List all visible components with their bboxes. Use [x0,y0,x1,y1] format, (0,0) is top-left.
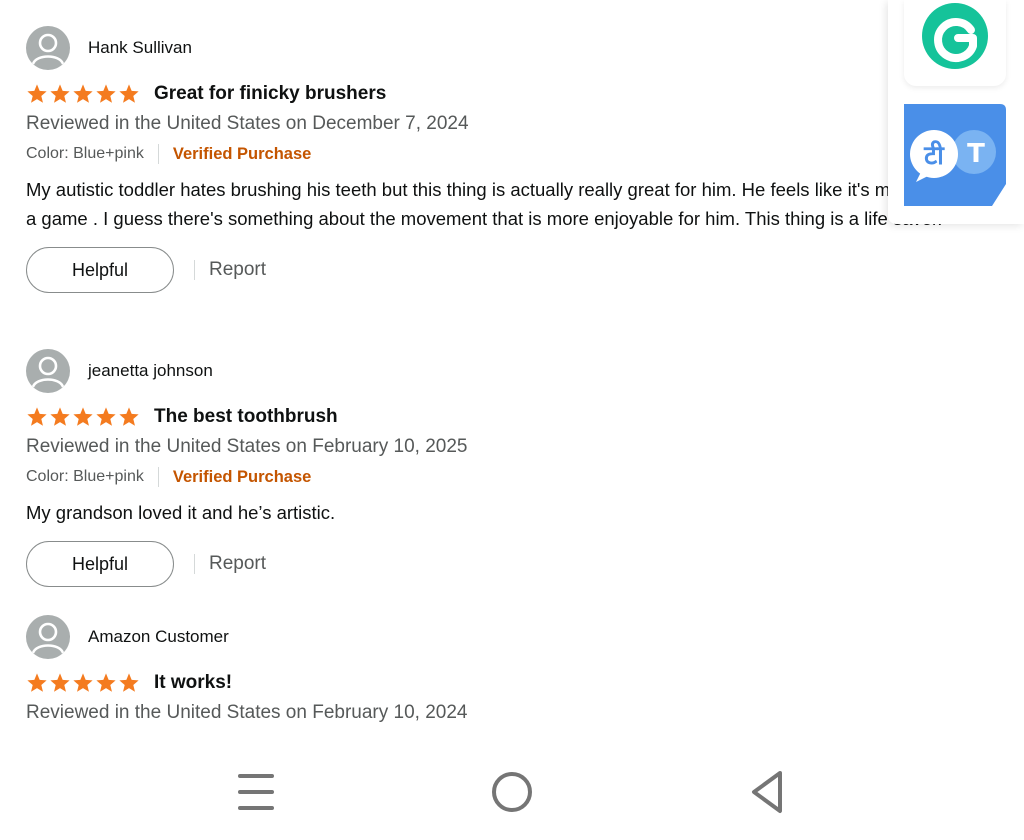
color-variant[interactable]: Color: Blue+pink [26,468,144,486]
review-card: jeanetta johnson The best toothbrush Rev… [26,349,926,587]
avatar [26,349,70,393]
back-button[interactable] [736,762,796,822]
reviewer-name[interactable]: Hank Sullivan [88,38,192,58]
color-variant[interactable]: Color: Blue+pink [26,145,144,163]
report-link[interactable]: Report [209,553,266,575]
star-icon [96,84,116,103]
svg-text:टी: टी [923,140,945,171]
review-card: Amazon Customer It works! Reviewed in th… [26,615,926,726]
star-icon [27,84,47,103]
star-icon [119,673,139,692]
review-title[interactable]: The best toothbrush [154,406,338,428]
home-circle-icon [492,772,532,812]
person-icon [31,622,65,654]
verified-purchase-badge: Verified Purchase [172,467,312,486]
translate-button[interactable]: टी T [904,104,1006,206]
star-rating[interactable] [26,406,140,428]
person-icon [31,33,65,65]
star-icon [50,84,70,103]
recents-button[interactable] [226,762,286,822]
svg-text:T: T [967,139,985,169]
helpful-button[interactable]: Helpful [26,247,174,293]
review-title[interactable]: It works! [154,672,232,694]
report-link[interactable]: Report [209,259,266,281]
divider [157,467,159,487]
system-navigation-bar [0,740,1024,840]
review-date: Reviewed in the United States on Februar… [26,702,468,723]
review-body: My grandson loved it and he’s artistic. [26,502,336,523]
reviewer-profile[interactable]: jeanetta johnson [26,349,926,393]
translate-icon: टी T [904,104,1006,206]
star-rating[interactable] [26,83,140,105]
person-icon [31,356,65,388]
star-icon [50,407,70,426]
star-icon [73,407,93,426]
home-button[interactable] [482,762,542,822]
star-icon [50,673,70,692]
divider [194,260,195,280]
star-icon [119,407,139,426]
verified-purchase-badge: Verified Purchase [172,144,312,163]
star-icon [73,673,93,692]
avatar [26,26,70,70]
review-date: Reviewed in the United States on Decembe… [26,113,469,134]
reviewer-name[interactable]: Amazon Customer [88,627,229,647]
menu-icon [238,774,274,810]
star-icon [96,673,116,692]
avatar [26,615,70,659]
review-card: Hank Sullivan Great for finicky brushers… [26,26,942,293]
reviewer-profile[interactable]: Hank Sullivan [26,26,926,70]
divider [194,554,195,574]
grammarly-button[interactable] [904,0,1006,86]
star-icon [96,407,116,426]
star-icon [73,84,93,103]
back-triangle-icon [752,771,782,813]
star-icon [27,407,47,426]
review-body: My autistic toddler hates brushing his t… [26,179,943,229]
star-icon [27,673,47,692]
grammarly-icon [922,3,988,69]
reviewer-profile[interactable]: Amazon Customer [26,615,926,659]
review-date: Reviewed in the United States on Februar… [26,436,468,457]
helpful-button[interactable]: Helpful [26,541,174,587]
star-icon [119,84,139,103]
star-rating[interactable] [26,672,140,694]
reviewer-name[interactable]: jeanetta johnson [88,361,213,381]
divider [157,144,159,164]
review-title[interactable]: Great for finicky brushers [154,83,386,105]
